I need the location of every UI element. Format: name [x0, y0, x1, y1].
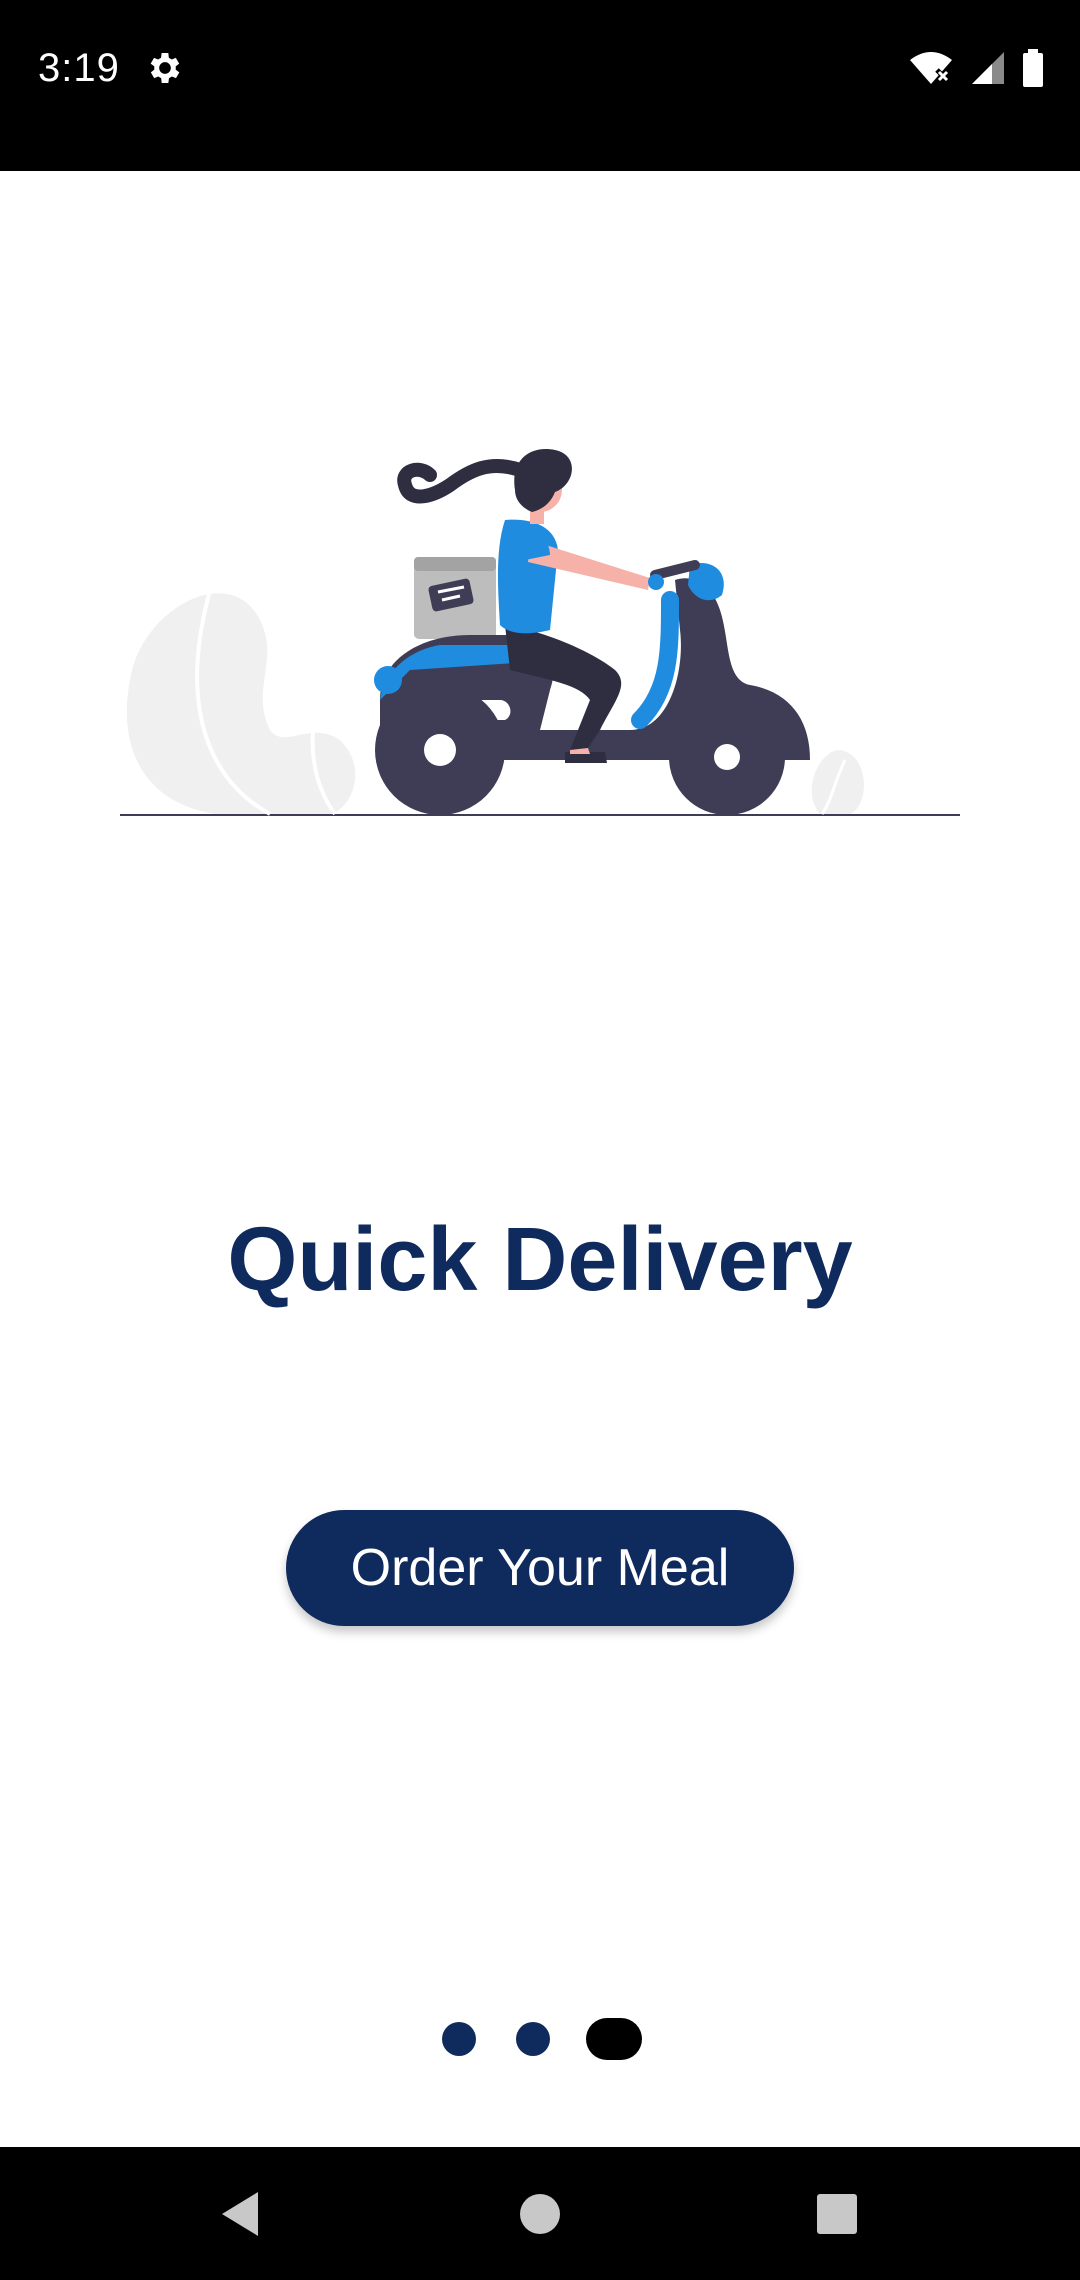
page-dot-3-active[interactable]: [586, 2018, 642, 2060]
foliage-left: [126, 593, 356, 814]
wifi-off-icon: [910, 52, 952, 84]
page-dot-2[interactable]: [516, 2022, 550, 2056]
system-nav-bar: [0, 2147, 1080, 2280]
delivery-scooter-illustration: [120, 449, 960, 816]
battery-icon: [1023, 49, 1043, 87]
back-icon: [222, 2191, 258, 2236]
page-dot-1[interactable]: [442, 2022, 476, 2056]
page-indicator: [0, 2016, 1080, 2060]
recents-button[interactable]: [777, 2147, 897, 2280]
gear-icon: [150, 53, 180, 83]
back-button[interactable]: [180, 2147, 300, 2280]
status-icons: [908, 46, 1044, 90]
recents-icon: [817, 2193, 857, 2234]
order-your-meal-button[interactable]: Order Your Meal: [286, 1510, 794, 1626]
rider-hair: [514, 449, 572, 512]
page-title: Quick Delivery: [227, 1210, 853, 1310]
foliage-right: [811, 750, 864, 814]
cell-signal-icon: [972, 52, 1004, 84]
home-button[interactable]: [480, 2147, 600, 2280]
home-icon: [520, 2193, 560, 2234]
status-time: 3:19: [38, 46, 120, 90]
status-bar: 3:19: [0, 0, 1080, 171]
